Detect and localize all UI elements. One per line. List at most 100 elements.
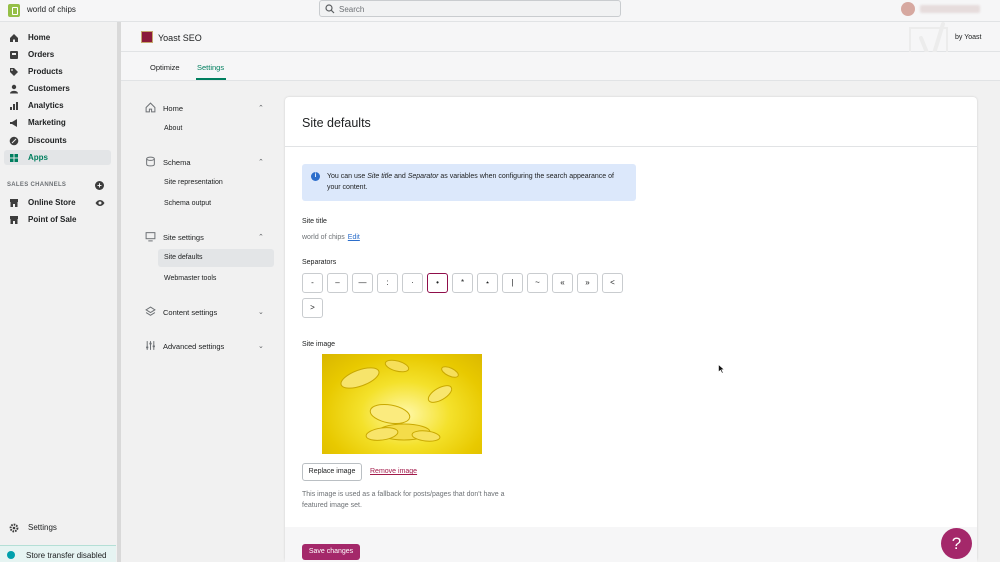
sidebar-item-apps[interactable]: Apps — [4, 150, 111, 165]
info-icon: i — [311, 172, 320, 181]
shopify-logo-icon[interactable] — [8, 4, 20, 17]
app-header: Yoast SEO by Yoast — [121, 22, 1000, 52]
sidebar-item-orders[interactable]: Orders — [4, 47, 111, 62]
apps-icon — [10, 154, 18, 162]
sidebar-item-label: Customers — [28, 84, 70, 93]
site-defaults-card: Site defaults i You can use Site title a… — [285, 97, 977, 562]
app-title: Yoast SEO — [158, 33, 202, 43]
tab-optimize[interactable]: Optimize — [150, 63, 180, 72]
sidebar-item-marketing[interactable]: Marketing — [4, 115, 111, 130]
settings-item-label: Site defaults — [164, 254, 203, 261]
avatar[interactable] — [901, 2, 915, 16]
separator-option[interactable]: < — [602, 273, 623, 293]
chevron-up-icon: ⌃ — [258, 105, 264, 112]
gear-icon — [9, 523, 19, 533]
separator-option[interactable]: | — [502, 273, 523, 293]
tag-icon — [10, 68, 18, 76]
separator-option[interactable]: • — [427, 273, 448, 293]
store-transfer-label: Store transfer disabled — [26, 551, 107, 560]
sidebar-item-home[interactable]: Home — [4, 30, 111, 45]
discount-icon — [9, 136, 19, 146]
person-icon — [10, 84, 18, 94]
app-tabs: Optimize Settings — [121, 52, 1000, 81]
yoast-app-icon — [141, 31, 153, 43]
chevron-down-icon: ⌄ — [258, 309, 264, 316]
separator-option[interactable]: · — [402, 273, 423, 293]
layers-icon — [145, 306, 156, 316]
sidebar-item-label: Discounts — [28, 136, 67, 145]
store-transfer-banner[interactable]: Store transfer disabled — [0, 545, 116, 562]
settings-item-about[interactable]: About — [158, 120, 274, 138]
database-icon — [146, 156, 155, 167]
desktop-icon — [145, 232, 156, 242]
sidebar-item-label: Settings — [28, 523, 57, 532]
account-name[interactable] — [920, 5, 980, 13]
mouse-cursor-icon — [718, 364, 725, 374]
store-icon — [10, 216, 18, 224]
site-title-value: world of chips Edit — [302, 234, 360, 241]
sidebar-item-customers[interactable]: Customers — [4, 81, 111, 96]
separator-option[interactable]: ⋆ — [477, 273, 498, 293]
search-icon — [325, 4, 335, 14]
settings-item-schema-output[interactable]: Schema output — [158, 195, 274, 213]
search-input[interactable]: Search — [319, 0, 621, 17]
edit-site-title-link[interactable]: Edit — [348, 234, 360, 241]
tab-settings[interactable]: Settings — [197, 63, 224, 72]
sales-channels-label: SALES CHANNELS — [7, 182, 67, 188]
card-footer — [285, 527, 977, 562]
eye-icon[interactable] — [95, 199, 105, 207]
separator-option[interactable]: » — [577, 273, 598, 293]
sliders-icon — [146, 341, 155, 350]
sidebar-scrollbar[interactable] — [117, 22, 121, 562]
separator-option[interactable]: — — [352, 273, 373, 293]
sidebar-item-label: Home — [28, 33, 51, 42]
settings-group-content-settings[interactable]: Content settings ⌄ — [136, 303, 276, 319]
sidebar-item-settings[interactable]: Settings — [4, 520, 111, 535]
settings-group-label: Schema — [163, 158, 191, 167]
separator-option[interactable]: * — [452, 273, 473, 293]
sidebar-item-label: Analytics — [28, 101, 64, 110]
store-name[interactable]: world of chips — [27, 5, 76, 14]
sidebar-item-discounts[interactable]: Discounts — [4, 133, 111, 148]
separator-option[interactable]: > — [302, 298, 323, 318]
chevron-up-icon: ⌃ — [258, 159, 264, 166]
separator-option[interactable]: - — [302, 273, 323, 293]
info-icon — [7, 551, 15, 559]
sidebar-item-label: Point of Sale — [28, 215, 77, 224]
store-icon — [10, 199, 18, 207]
settings-group-schema[interactable]: Schema ⌃ — [136, 153, 276, 169]
bar-chart-icon — [10, 102, 18, 110]
settings-item-site-defaults[interactable]: Site defaults — [158, 249, 274, 267]
replace-image-button[interactable]: Replace image — [302, 463, 362, 481]
settings-item-webmaster-tools[interactable]: Webmaster tools — [158, 270, 274, 288]
sidebar-item-label: Apps — [28, 153, 48, 162]
save-changes-button[interactable]: Save changes — [302, 544, 360, 560]
help-button[interactable]: ? — [941, 528, 972, 559]
settings-group-label: Home — [163, 104, 184, 113]
add-channel-icon[interactable]: + — [95, 181, 104, 190]
site-image-preview — [322, 354, 482, 454]
active-tab-underline — [196, 78, 226, 80]
separator-option[interactable]: – — [327, 273, 348, 293]
sidebar-item-label: Products — [28, 67, 63, 76]
settings-group-home[interactable]: Home ⌃ — [136, 99, 276, 115]
home-icon — [145, 102, 156, 113]
settings-item-site-representation[interactable]: Site representation — [158, 174, 274, 192]
settings-group-site-settings[interactable]: Site settings ⌃ — [136, 228, 276, 244]
orders-icon — [10, 51, 18, 59]
settings-group-label: Content settings — [163, 308, 218, 317]
info-text: You can use Site title and Separator as … — [327, 173, 614, 191]
settings-group-advanced-settings[interactable]: Advanced settings ⌄ — [136, 337, 276, 353]
remove-image-link[interactable]: Remove image — [370, 468, 417, 475]
home-icon — [10, 34, 18, 42]
separator-option[interactable]: « — [552, 273, 573, 293]
separator-option[interactable]: : — [377, 273, 398, 293]
sidebar-item-point-of-sale[interactable]: Point of Sale — [4, 212, 111, 227]
sidebar-item-label: Marketing — [28, 118, 66, 127]
separator-option[interactable]: ~ — [527, 273, 548, 293]
sidebar: Home Orders Products Customers Analytics… — [0, 22, 120, 562]
settings-item-label: Site representation — [164, 179, 223, 186]
sidebar-item-analytics[interactable]: Analytics — [4, 98, 111, 113]
megaphone-icon — [10, 119, 17, 127]
sidebar-item-products[interactable]: Products — [4, 64, 111, 79]
